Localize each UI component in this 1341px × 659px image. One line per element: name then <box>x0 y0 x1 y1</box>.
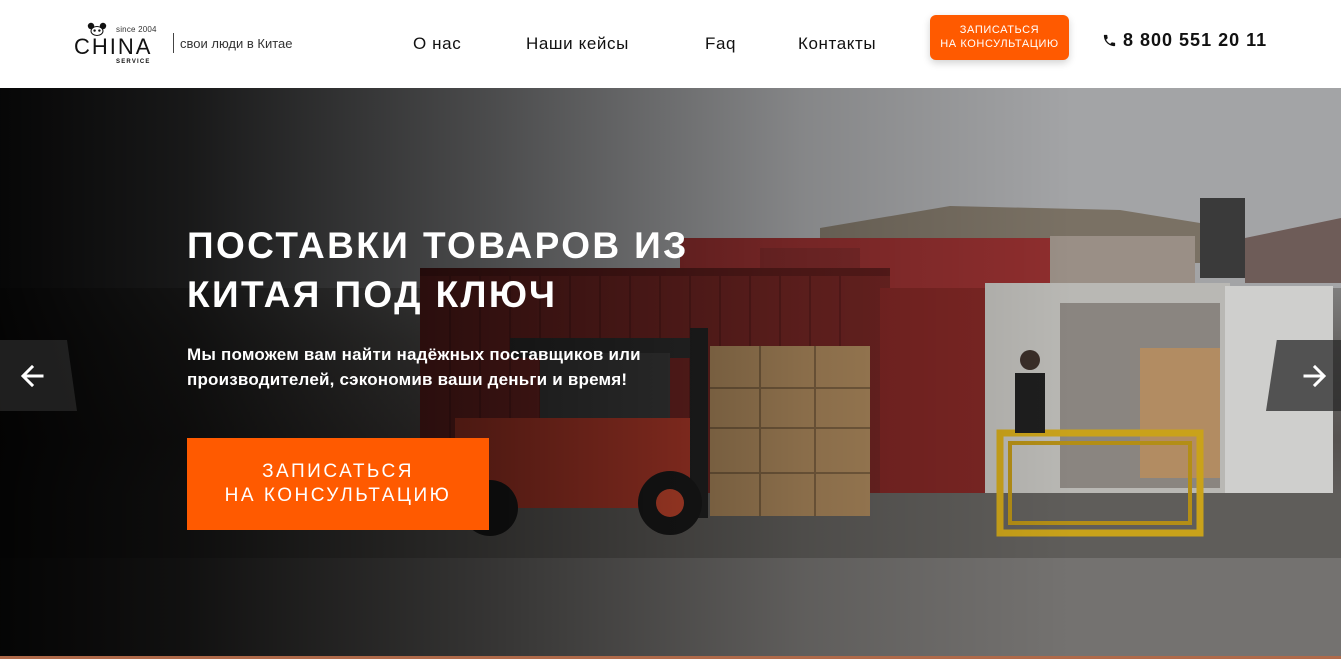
tagline: свои люди в Китае <box>180 36 293 51</box>
nav-cases[interactable]: Наши кейсы <box>526 34 629 54</box>
nav-faq[interactable]: Faq <box>705 34 736 54</box>
header-consultation-button[interactable]: ЗАПИСАТЬСЯ НА КОНСУЛЬТАЦИЮ <box>930 15 1069 60</box>
hero-consultation-button[interactable]: ЗАПИСАТЬСЯ НА КОНСУЛЬТАЦИЮ <box>187 438 489 530</box>
nav-about[interactable]: О нас <box>413 34 461 54</box>
hero-subtitle: Мы поможем вам найти надёжных поставщико… <box>187 345 641 389</box>
header-cta-line1: ЗАПИСАТЬСЯ <box>959 24 1040 36</box>
slider-next-button[interactable] <box>1266 340 1341 411</box>
nav-contacts[interactable]: Контакты <box>798 34 876 54</box>
logo[interactable]: since 2004 CHINA SERVICE <box>72 22 164 70</box>
logo-service: SERVICE <box>116 59 151 65</box>
logo-divider <box>173 33 174 53</box>
phone-icon <box>1103 34 1116 47</box>
hero-slider: ПОСТАВКИ ТОВАРОВ ИЗ КИТАЯ ПОД КЛЮЧ Мы по… <box>0 88 1341 659</box>
header-cta-line2: НА КОНСУЛЬТАЦИЮ <box>940 38 1059 50</box>
phone-link[interactable]: 8 800 551 20 11 <box>1102 30 1267 51</box>
phone-number: 8 800 551 20 11 <box>1123 30 1268 50</box>
arrow-left-icon <box>20 364 44 387</box>
site-header: since 2004 CHINA SERVICE свои люди в Кит… <box>0 0 1341 88</box>
slider-prev-button[interactable] <box>0 340 77 411</box>
logo-name: CHINA <box>74 34 153 59</box>
hero-cta-line1: ЗАПИСАТЬСЯ <box>262 461 414 482</box>
hero-cta-line2: НА КОНСУЛЬТАЦИЮ <box>224 485 452 506</box>
hero-title: ПОСТАВКИ ТОВАРОВ ИЗ КИТАЯ ПОД КЛЮЧ <box>187 225 689 315</box>
logo-since: since 2004 <box>116 25 157 34</box>
arrow-right-icon <box>1303 364 1327 387</box>
